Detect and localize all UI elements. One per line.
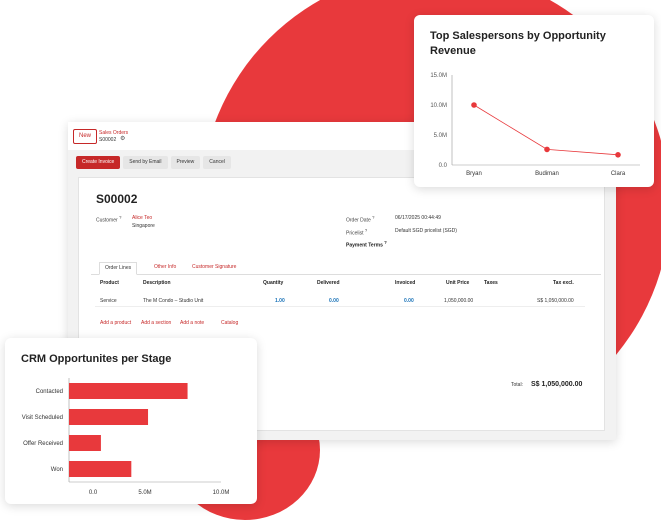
order-date-label: Order Date ?	[346, 215, 375, 224]
x-tick-label: Budiman	[535, 171, 559, 177]
payment-terms-label: Payment Terms ?	[346, 240, 387, 249]
x-tick-label: 5.0M	[138, 490, 151, 496]
y-tick-label: Won	[51, 467, 63, 473]
line-tax-excl: S$ 1,050,000.00	[537, 298, 574, 304]
record-title: S00002	[96, 192, 138, 206]
total-label: Total:	[511, 382, 523, 388]
col-description[interactable]: Description	[143, 280, 171, 286]
preview-button[interactable]: Preview	[170, 156, 201, 169]
y-tick-label: 5.0M	[434, 133, 447, 139]
new-button[interactable]: New	[73, 129, 97, 144]
notebook-tabs: Order Lines Other Info Customer Signatur…	[91, 262, 601, 275]
y-tick-label: Visit Scheduled	[22, 415, 63, 421]
add-product-link[interactable]: Add a product	[100, 320, 131, 326]
bar	[69, 383, 188, 399]
top-salespersons-card: Top Salespersons by Opportunity Revenue …	[414, 15, 654, 187]
line-delivered[interactable]: 0.00	[329, 298, 339, 304]
bar	[69, 409, 149, 425]
col-invoiced[interactable]: Invoiced	[395, 280, 415, 286]
col-taxes[interactable]: Taxes	[484, 280, 498, 286]
gear-icon[interactable]: ⚙	[120, 135, 125, 142]
y-tick-label: Offer Received	[23, 441, 63, 447]
y-tick-label: 10.0M	[430, 103, 447, 109]
line-chart: 0.0 5.0M 10.0M 15.0M Bryan Budiman Clara	[430, 73, 640, 177]
crm-stage-card: CRM Opportunites per Stage Contacted Visi…	[5, 338, 257, 504]
col-delivered[interactable]: Delivered	[317, 280, 340, 286]
x-tick-label: 10.0M	[213, 490, 230, 496]
pricelist-field[interactable]: Default SGD pricelist (SGD)	[395, 228, 457, 234]
bar	[69, 435, 101, 451]
cancel-button[interactable]: Cancel	[203, 156, 231, 169]
bar	[69, 461, 132, 477]
x-tick-label: Clara	[611, 171, 626, 177]
pricelist-label: Pricelist ?	[346, 228, 368, 237]
line-description[interactable]: The M Condo – Studio Unit	[143, 298, 203, 304]
catalog-link[interactable]: Catalog	[221, 320, 238, 326]
data-point	[471, 102, 477, 108]
tab-other-info[interactable]: Other Info	[149, 262, 181, 273]
data-point	[544, 146, 550, 153]
line-unit-price[interactable]: 1,050,000.00	[444, 298, 473, 304]
total-value: S$ 1,050,000.00	[531, 381, 583, 388]
bar-chart: Contacted Visit Scheduled Offer Received Wo…	[22, 378, 230, 496]
customer-label: Customer ?	[96, 215, 122, 224]
action-bar: Create Invoice Send by Email Preview Can…	[76, 156, 231, 169]
col-product[interactable]: Product	[100, 280, 119, 286]
order-date-field[interactable]: 06/17/2025 00:44:49	[395, 215, 441, 221]
tab-customer-signature[interactable]: Customer Signature	[187, 262, 241, 273]
y-tick-label: Contacted	[36, 389, 63, 395]
add-note-link[interactable]: Add a note	[180, 320, 204, 326]
col-tax-excl[interactable]: Tax excl.	[553, 280, 574, 286]
send-by-email-button[interactable]: Send by Email	[123, 156, 168, 169]
y-tick-label: 0.0	[439, 163, 448, 169]
line-invoiced[interactable]: 0.00	[404, 298, 414, 304]
y-tick-label: 15.0M	[430, 73, 447, 79]
line-product[interactable]: Service	[100, 298, 117, 304]
add-section-link[interactable]: Add a section	[141, 320, 171, 326]
breadcrumb-record: S00002	[99, 137, 117, 143]
customer-field[interactable]: Alice Teo	[132, 215, 152, 221]
x-tick-label: Bryan	[466, 171, 482, 177]
col-quantity[interactable]: Quantity	[263, 280, 283, 286]
tab-order-lines[interactable]: Order Lines	[99, 262, 138, 275]
line-quantity[interactable]: 1.00	[275, 298, 285, 304]
col-unit-price[interactable]: Unit Price	[446, 280, 469, 286]
x-tick-label: 0.0	[89, 490, 98, 496]
create-invoice-button[interactable]: Create Invoice	[76, 156, 121, 169]
data-point	[615, 152, 621, 158]
customer-city: Singapore	[132, 223, 155, 229]
